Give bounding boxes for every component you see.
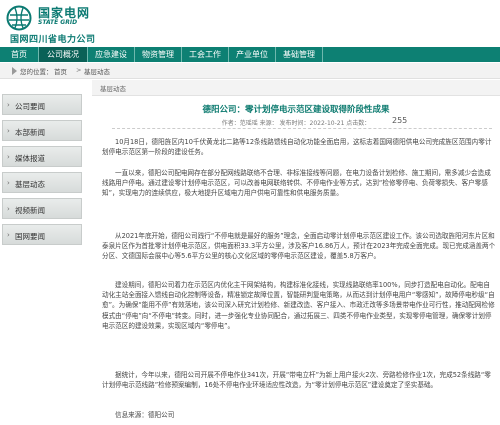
article-meta: 作者：范瑶瑶 来源： 发布时间：2022-10-21 点击数： <box>221 120 371 127</box>
breadcrumb-arrow-icon <box>12 67 17 75</box>
chevron-right-icon: › <box>7 231 10 239</box>
article-paragraph: 从2021年底开始，德阳公司践行“不停电就是最好的服务”理念，全面启动零计划停电… <box>102 232 496 261</box>
nav-item-company-overview[interactable]: 公司概况 <box>39 47 88 62</box>
sidebar-item-label: 国网要闻 <box>15 232 45 241</box>
sidebar-item-hq-news[interactable]: › 本部新闻 <box>2 120 82 141</box>
chevron-right-icon: › <box>7 101 10 109</box>
sidebar-item-label: 媒体报道 <box>15 154 45 163</box>
sidebar-item-company-news[interactable]: › 公司要闻 <box>2 94 82 115</box>
sidebar-item-label: 基层动态 <box>15 180 45 189</box>
article-paragraph: 一直以来，德阳公司配电网存在部分配网线路联络不合理、非标准接线等问题，在电力设备… <box>102 169 491 198</box>
nav-item-home[interactable]: 首页 <box>0 47 39 62</box>
brand-name-en: STATE GRID <box>38 19 78 26</box>
chevron-right-icon: › <box>7 205 10 213</box>
sidebar-item-label: 公司要闻 <box>15 102 45 111</box>
article-source: 信息来源：德阳公司 <box>115 411 175 419</box>
nav-item-industry[interactable]: 产业单位 <box>229 47 276 62</box>
sidebar-item-grassroots[interactable]: › 基层动态 <box>2 172 82 193</box>
breadcrumb-separator: > <box>76 66 82 74</box>
nav-item-emergency[interactable]: 应急建设 <box>88 47 135 62</box>
view-count: 255 <box>392 116 408 125</box>
meta-divider <box>112 128 492 129</box>
breadcrumb-current[interactable]: 基层动态 <box>84 66 110 76</box>
sidebar-item-label: 视频新闻 <box>15 206 45 215</box>
sidebar-item-sgcc-news[interactable]: › 国网要闻 <box>2 224 82 245</box>
panel-section-tab: 基层动态 <box>100 85 126 93</box>
breadcrumb-home-link[interactable]: 首页 <box>54 66 67 76</box>
nav-item-materials[interactable]: 物资管理 <box>135 47 182 62</box>
chevron-right-icon: › <box>7 153 10 161</box>
sidebar-item-label: 本部新闻 <box>15 128 45 137</box>
subsidiary-name: 国网四川省电力公司 <box>10 35 96 45</box>
main-nav: 首页 公司概况 应急建设 物资管理 工会工作 产业单位 基础管理 <box>0 47 500 62</box>
article-paragraph: 10月18日，德阳旌区内10千伏黄龙北二路等12条线路馈线自动化功能全面启用，这… <box>102 138 492 157</box>
sidebar-item-media[interactable]: › 媒体报道 <box>2 146 82 167</box>
sidebar-item-video[interactable]: › 视频新闻 <box>2 198 82 219</box>
panel-header: 基层动态 <box>92 80 500 96</box>
sidebar: › 公司要闻 › 本部新闻 › 媒体报道 › 基层动态 › 视频新闻 › 国网要… <box>0 80 84 425</box>
article-paragraph: 据统计，今年以来，德阳公司开展不停电作业341次，开展“带电立杆”为新上用户接火… <box>102 371 491 390</box>
article-panel: 基层动态 德阳公司：零计划停电示范区建设取得阶段性成果 作者：范瑶瑶 来源： 发… <box>92 80 500 425</box>
nav-item-basic-mgmt[interactable]: 基础管理 <box>276 47 323 62</box>
site-header: 国家电网 STATE GRID 国网四川省电力公司 <box>0 0 500 45</box>
chevron-right-icon: › <box>7 179 10 187</box>
article-paragraph: 建设期间，德阳公司着力在示范区内优化主干网架结构，构建标准化接线，实现线路联络率… <box>102 281 495 330</box>
state-grid-emblem-icon <box>6 5 32 31</box>
article-title: 德阳公司：零计划停电示范区建设取得阶段性成果 <box>202 105 390 115</box>
breadcrumb: 您的位置： 首页 > 基层动态 <box>0 63 500 79</box>
nav-item-union[interactable]: 工会工作 <box>182 47 229 62</box>
state-grid-logo[interactable]: 国家电网 STATE GRID 国网四川省电力公司 <box>6 3 136 45</box>
breadcrumb-label: 您的位置： <box>20 68 53 76</box>
chevron-right-icon: › <box>7 127 10 135</box>
